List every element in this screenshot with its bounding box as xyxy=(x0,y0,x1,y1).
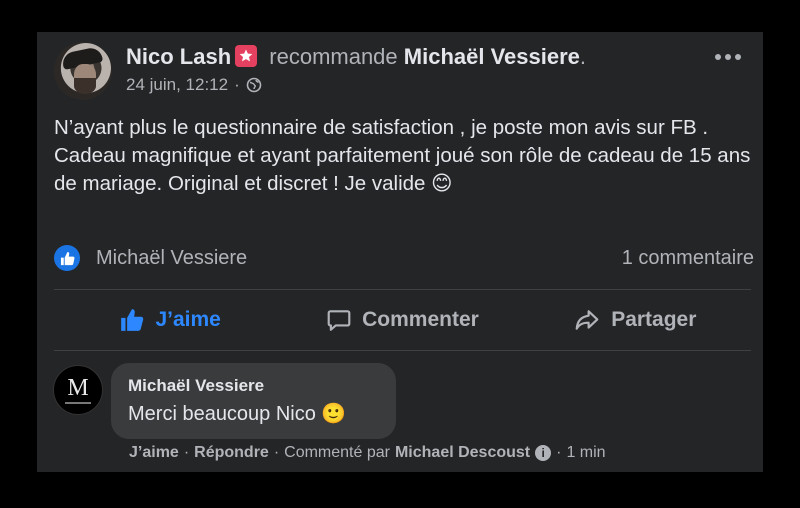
like-button[interactable]: J’aime xyxy=(54,290,286,350)
comment-time[interactable]: 1 min xyxy=(566,444,605,462)
recommend-verb: recommande xyxy=(269,44,398,69)
post-text-line: Cadeau magnifique et ayant parfaitement … xyxy=(54,144,751,195)
footer-separator: · xyxy=(183,444,190,461)
share-label: Partager xyxy=(611,308,697,331)
like-label: J’aime xyxy=(155,308,221,331)
avatar-wordmark-line xyxy=(65,401,91,404)
recommended-page-name[interactable]: Michaël Vessiere xyxy=(404,44,580,69)
header-period: . xyxy=(579,44,587,69)
action-bar: J’aime Commenter Partager xyxy=(54,290,751,350)
avatar-monogram: M xyxy=(67,374,89,401)
share-button[interactable]: Partager xyxy=(519,290,751,350)
post-meta: 24 juin, 12:12 · xyxy=(126,75,262,95)
commenter-avatar[interactable]: M xyxy=(53,365,103,415)
like-icon[interactable] xyxy=(54,245,80,271)
comment-button[interactable]: Commenter xyxy=(286,290,518,350)
footer-separator: · xyxy=(556,444,562,461)
divider xyxy=(54,350,751,351)
post-card: Nico Lash recommande Michaël Vessiere. 2… xyxy=(37,32,763,472)
comment-reply-link[interactable]: Répondre xyxy=(194,444,269,462)
post-date[interactable]: 24 juin, 12:12 xyxy=(126,75,228,95)
comment-like-link[interactable]: J’aime xyxy=(129,444,179,462)
comment-bubble-icon xyxy=(327,310,351,331)
author-avatar[interactable] xyxy=(54,42,112,100)
globe-icon xyxy=(246,77,262,93)
author-name[interactable]: Nico Lash xyxy=(126,44,231,69)
comment-author[interactable]: Michaël Vessiere xyxy=(128,376,264,396)
dot xyxy=(725,54,731,60)
comment-label: Commenter xyxy=(362,308,479,331)
reactions-bar: Michaël Vessiere 1 commentaire xyxy=(54,245,754,271)
share-arrow-icon xyxy=(575,310,599,330)
commenter-name[interactable]: Michael Descoust xyxy=(395,444,530,462)
comment-bubble: Michaël Vessiere Merci beaucoup Nico 🙂 xyxy=(111,363,396,439)
post-header: Nico Lash recommande Michaël Vessiere. xyxy=(126,44,586,70)
meta-separator: · xyxy=(234,75,240,94)
recommendation-star-icon xyxy=(235,45,258,67)
thumbs-up-icon xyxy=(121,309,144,331)
dot xyxy=(715,54,721,60)
dot xyxy=(735,54,741,60)
info-icon[interactable]: i xyxy=(535,445,552,461)
comment-count[interactable]: 1 commentaire xyxy=(622,247,754,270)
avatar-beard xyxy=(74,78,96,94)
more-options-icon[interactable] xyxy=(715,54,741,60)
comment-footer: J’aime · Répondre · Commenté par Michael… xyxy=(129,444,606,462)
comment-text: Merci beaucoup Nico 🙂 xyxy=(128,403,347,425)
reactor-name[interactable]: Michaël Vessiere xyxy=(96,247,247,270)
post-body: N’ayant plus le questionnaire de satisfa… xyxy=(54,114,754,198)
footer-separator: · xyxy=(273,444,280,461)
post-text-line: N’ayant plus le questionnaire de satisfa… xyxy=(54,116,709,139)
commented-by-label: Commenté par xyxy=(284,444,390,461)
